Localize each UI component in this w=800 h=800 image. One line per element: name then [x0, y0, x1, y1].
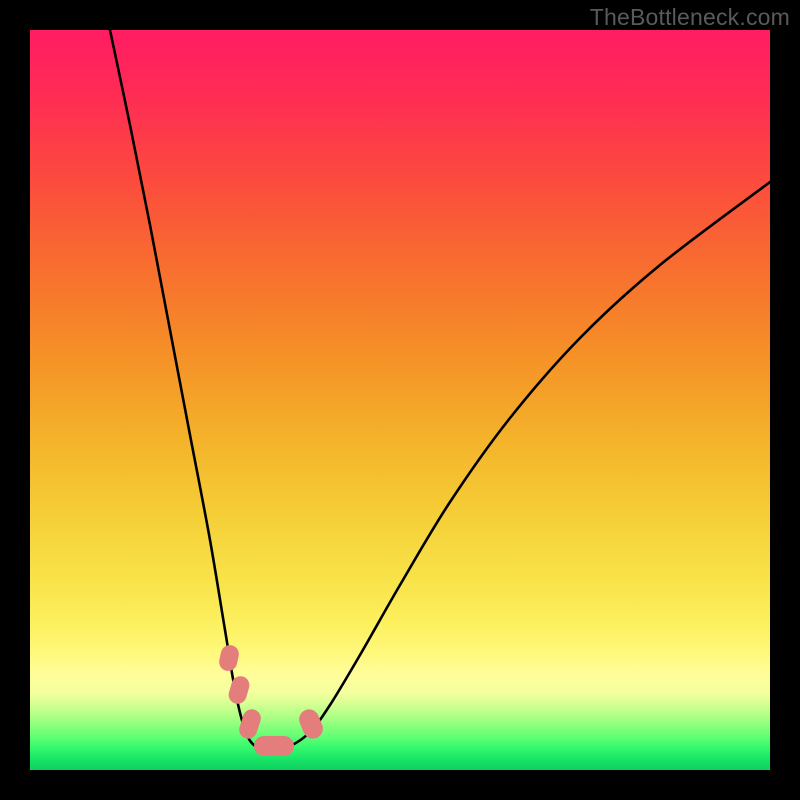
bottleneck-curve — [110, 30, 770, 750]
blob-right — [296, 706, 326, 741]
watermark-text: TheBottleneck.com — [590, 4, 790, 31]
blob-bottom — [254, 736, 294, 756]
blob-left-up — [217, 643, 240, 672]
curve-layer — [30, 30, 770, 770]
blob-left-mid — [226, 674, 251, 706]
plot-area — [30, 30, 770, 770]
curve-markers — [217, 643, 325, 756]
chart-stage: TheBottleneck.com — [0, 0, 800, 800]
